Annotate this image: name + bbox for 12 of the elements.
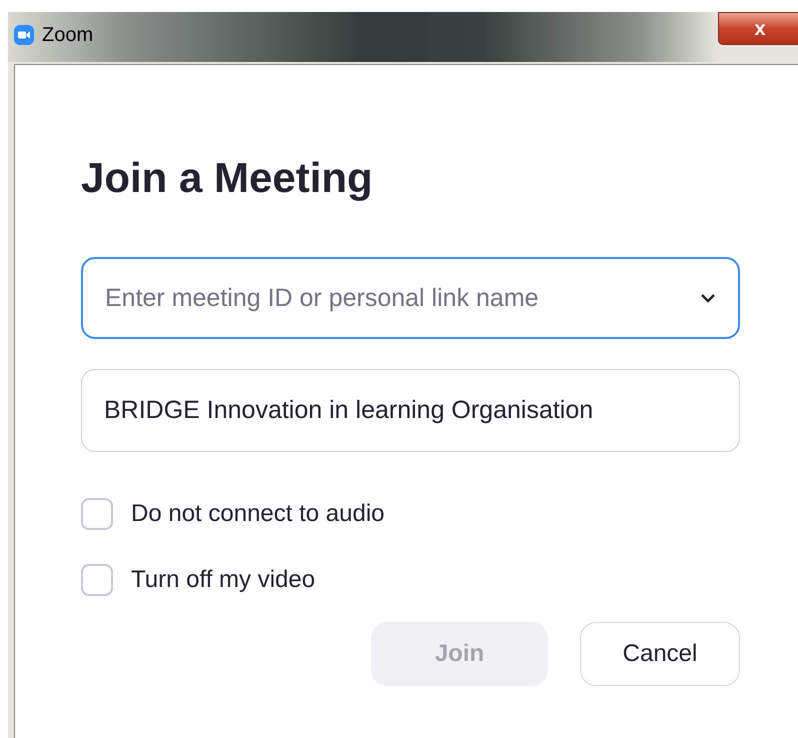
meeting-id-field[interactable]: Enter meeting ID or personal link name bbox=[81, 257, 740, 339]
checkbox[interactable] bbox=[81, 564, 113, 596]
video-camera-icon bbox=[14, 25, 34, 45]
checkbox[interactable] bbox=[81, 498, 113, 530]
checkbox-label: Turn off my video bbox=[131, 565, 316, 595]
chevron-down-icon[interactable] bbox=[700, 293, 716, 303]
checkbox-label: Do not connect to audio bbox=[131, 499, 385, 529]
dialog-heading: Join a Meeting bbox=[81, 157, 374, 199]
close-button[interactable]: x bbox=[718, 12, 798, 45]
name-field[interactable]: BRIDGE Innovation in learning Organisation bbox=[81, 369, 740, 452]
cancel-button[interactable]: Cancel bbox=[580, 622, 740, 686]
window-title: Zoom bbox=[42, 23, 94, 48]
